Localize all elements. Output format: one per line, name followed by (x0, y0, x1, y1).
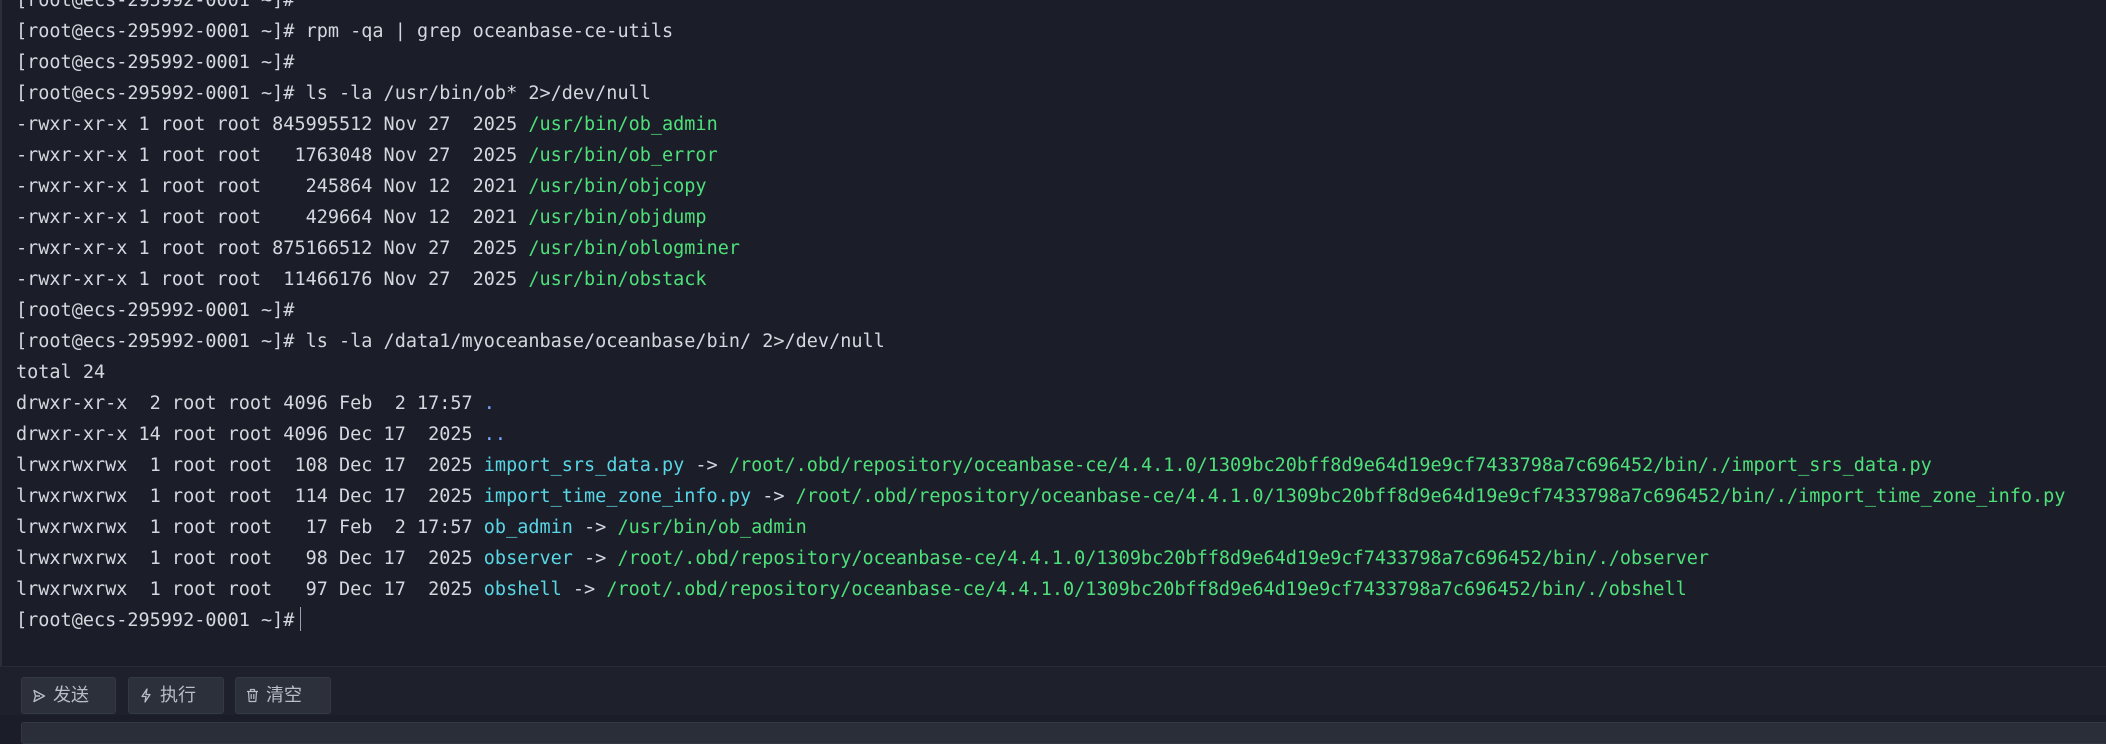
terminal-text-exec: /usr/bin/ob_error (528, 145, 718, 166)
terminal-line: total 24 (16, 357, 2065, 388)
terminal-line: [root@ecs-295992-0001 ~]# rpm -qa | grep… (16, 16, 2065, 47)
terminal-line: -rwxr-xr-x 1 root root 1763048 Nov 27 20… (16, 140, 2065, 171)
terminal-text-target: /root/.obd/repository/oceanbase-ce/4.4.1… (728, 455, 1932, 476)
terminal-line: lrwxrwxrwx 1 root root 108 Dec 17 2025 i… (16, 450, 2065, 481)
terminal-output[interactable]: [root@ecs-295992-0001 ~]# [root@ecs-29599… (0, 0, 2106, 666)
terminal-text-default: lrwxrwxrwx 1 root root 97 Dec 17 2025 (16, 579, 484, 600)
terminal-lines: [root@ecs-295992-0001 ~]# [root@ecs-29599… (16, 0, 2065, 636)
terminal-line: lrwxrwxrwx 1 root root 97 Dec 17 2025 ob… (16, 574, 2065, 605)
terminal-text-default: -rwxr-xr-x 1 root root 1763048 Nov 27 20… (16, 145, 529, 166)
terminal-line: -rwxr-xr-x 1 root root 11466176 Nov 27 2… (16, 264, 2065, 295)
terminal-line: [root@ecs-295992-0001 ~]# (16, 47, 2065, 78)
terminal-text-default: -rwxr-xr-x 1 root root 845995512 Nov 27 … (16, 114, 529, 135)
execute-button[interactable]: 执行 (128, 677, 224, 714)
terminal-text-default: [root@ecs-295992-0001 ~]# (16, 0, 295, 11)
terminal-text-default: -rwxr-xr-x 1 root root 429664 Nov 12 202… (16, 207, 529, 228)
terminal-text-default: drwxr-xr-x 2 root root 4096 Feb 2 17:57 (16, 393, 484, 414)
terminal-text-dir: .. (483, 424, 507, 445)
terminal-text-default: [root@ecs-295992-0001 ~]# ls -la /usr/bi… (16, 83, 651, 104)
terminal-line: lrwxrwxrwx 1 root root 17 Feb 2 17:57 ob… (16, 512, 2065, 543)
terminal-line: [root@ecs-295992-0001 ~]# ls -la /usr/bi… (16, 78, 2065, 109)
terminal-text-target: /root/.obd/repository/oceanbase-ce/4.4.1… (617, 548, 1709, 569)
terminal-toolbar: 发送 执行 清空 (0, 666, 2106, 715)
terminal-text-default: -rwxr-xr-x 1 root root 245864 Nov 12 202… (16, 176, 529, 197)
terminal-line: [root@ecs-295992-0001 ~]# (16, 0, 2065, 16)
terminal-text-exec: /usr/bin/ob_admin (528, 114, 718, 135)
execute-button-label: 执行 (160, 685, 196, 706)
terminal-text-link: ob_admin (483, 517, 573, 538)
terminal-text-default: -> (561, 579, 607, 600)
terminal-line: -rwxr-xr-x 1 root root 429664 Nov 12 202… (16, 202, 2065, 233)
clear-button-label: 清空 (266, 685, 302, 706)
terminal-text-default: [root@ecs-295992-0001 ~]# (16, 610, 295, 631)
terminal-text-default: -> (572, 548, 618, 569)
terminal-text-default: [root@ecs-295992-0001 ~]# ls -la /data1/… (16, 331, 885, 352)
terminal-text-target: /usr/bin/ob_admin (617, 517, 807, 538)
terminal-text-default: [root@ecs-295992-0001 ~]# (16, 300, 295, 321)
terminal-text-default: -> (684, 455, 729, 476)
send-button-label: 发送 (53, 685, 89, 706)
send-button[interactable]: 发送 (21, 677, 116, 714)
terminal-text-link: observer (483, 548, 573, 569)
text-cursor (300, 607, 302, 631)
lightning-icon (139, 688, 153, 703)
terminal-text-link: import_srs_data.py (483, 455, 685, 476)
terminal-line: drwxr-xr-x 14 root root 4096 Dec 17 2025… (16, 419, 2065, 450)
terminal-text-exec: /usr/bin/oblogminer (528, 238, 740, 259)
command-input[interactable] (21, 722, 2106, 744)
terminal-line: [root@ecs-295992-0001 ~]# (16, 605, 2065, 636)
terminal-text-default: lrwxrwxrwx 1 root root 108 Dec 17 2025 (16, 455, 484, 476)
terminal-text-default: -rwxr-xr-x 1 root root 875166512 Nov 27 … (16, 238, 529, 259)
terminal-text-default: drwxr-xr-x 14 root root 4096 Dec 17 2025 (16, 424, 484, 445)
trash-icon (246, 688, 259, 703)
terminal-text-default: lrwxrwxrwx 1 root root 114 Dec 17 2025 (16, 486, 484, 507)
terminal-text-default: lrwxrwxrwx 1 root root 17 Feb 2 17:57 (16, 517, 484, 538)
terminal-text-default: -> (572, 517, 618, 538)
terminal-text-default: [root@ecs-295992-0001 ~]# (16, 52, 295, 73)
terminal-line: -rwxr-xr-x 1 root root 845995512 Nov 27 … (16, 109, 2065, 140)
terminal-line: lrwxrwxrwx 1 root root 98 Dec 17 2025 ob… (16, 543, 2065, 574)
terminal-text-default: [root@ecs-295992-0001 ~]# rpm -qa | grep… (16, 21, 674, 42)
terminal-line: drwxr-xr-x 2 root root 4096 Feb 2 17:57 … (16, 388, 2065, 419)
terminal-line: -rwxr-xr-x 1 root root 875166512 Nov 27 … (16, 233, 2065, 264)
terminal-text-link: obshell (483, 579, 562, 600)
terminal-text-default: -> (751, 486, 796, 507)
terminal-text-dir: . (483, 393, 495, 414)
terminal-text-link: import_time_zone_info.py (483, 486, 752, 507)
terminal-line: [root@ecs-295992-0001 ~]# (16, 295, 2065, 326)
terminal-text-default: total 24 (16, 362, 106, 383)
terminal-text-exec: /usr/bin/objcopy (528, 176, 707, 197)
terminal-text-exec: /usr/bin/obstack (528, 269, 707, 290)
clear-button[interactable]: 清空 (235, 677, 331, 714)
terminal-text-exec: /usr/bin/objdump (528, 207, 707, 228)
terminal-text-target: /root/.obd/repository/oceanbase-ce/4.4.1… (795, 486, 2066, 507)
terminal-line: [root@ecs-295992-0001 ~]# ls -la /data1/… (16, 326, 2065, 357)
terminal-line: -rwxr-xr-x 1 root root 245864 Nov 12 202… (16, 171, 2065, 202)
send-icon (32, 689, 46, 703)
terminal-line: lrwxrwxrwx 1 root root 114 Dec 17 2025 i… (16, 481, 2065, 512)
terminal-text-target: /root/.obd/repository/oceanbase-ce/4.4.1… (606, 579, 1687, 600)
terminal-text-default: lrwxrwxrwx 1 root root 98 Dec 17 2025 (16, 548, 484, 569)
terminal-text-default: -rwxr-xr-x 1 root root 11466176 Nov 27 2… (16, 269, 529, 290)
